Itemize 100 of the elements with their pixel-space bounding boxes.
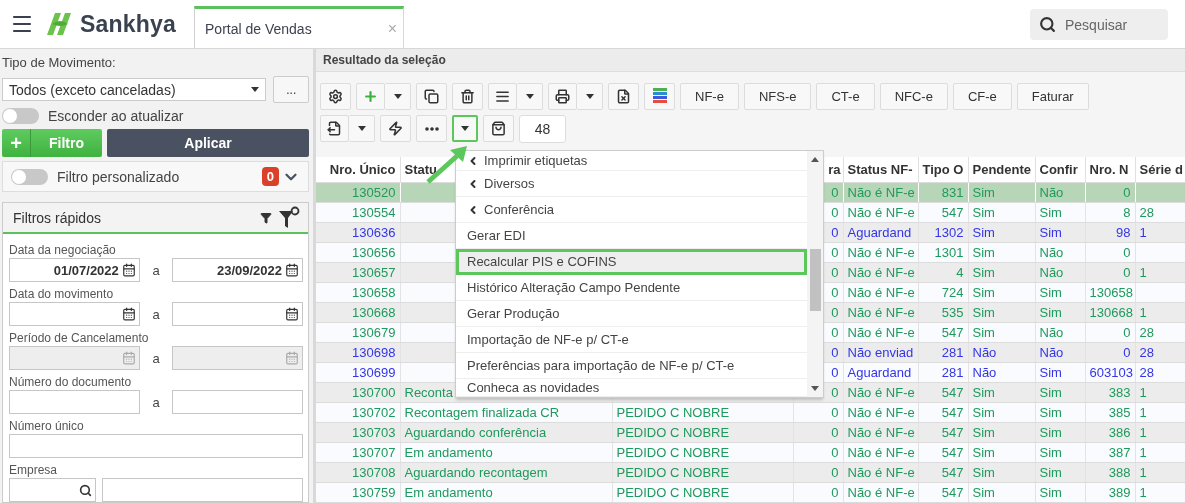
date-field[interactable]: 01/07/2022 [9,258,140,282]
range-separator: a [151,350,161,366]
scroll-up-icon[interactable] [811,157,819,162]
table-cell: 724 [918,282,968,303]
toolbar-button[interactable]: Faturar [1016,82,1089,110]
toolbar-button[interactable]: NFC-e [879,82,948,110]
column-header[interactable]: Nro. Único [316,156,400,183]
bar-chart-button[interactable] [644,82,675,110]
table-cell: Sim [1035,402,1085,423]
scroll-thumb[interactable] [810,249,821,311]
menu-item[interactable]: Diversos [456,171,807,197]
table-cell: 547 [918,442,968,463]
table-cell: 130698 [316,342,400,363]
field-label: Número único [9,419,85,434]
input-field[interactable] [172,390,303,414]
menu-item[interactable]: Importação de NF-e p/ CT-e [456,327,807,353]
toolbar-button[interactable]: NF-e [680,82,739,110]
table-cell: 130636 [316,222,400,243]
input-field[interactable] [102,478,303,502]
menu-item[interactable]: Preferências para importação de NF-e p/ CT-e [456,353,807,379]
caret-button[interactable] [385,82,411,110]
toggle-switch[interactable] [2,108,39,124]
table-cell: 130679 [316,322,400,343]
menu-item[interactable]: Recalcular PIS e COFINS [456,249,807,275]
more-button[interactable]: ... [273,76,309,103]
menu-item[interactable]: Conferência [456,197,807,223]
table-cell: Não [1035,242,1085,263]
table-cell: 0 [1085,342,1135,363]
date-field[interactable]: 23/09/2022 [172,258,303,282]
bag-button[interactable] [483,115,514,143]
copy-button[interactable] [416,82,447,110]
scroll-down-icon[interactable] [811,386,819,391]
caret-button[interactable] [577,82,603,110]
input-field[interactable] [9,434,303,458]
table-cell: Sim [968,482,1035,503]
table-cell: Não é NF-e [843,302,918,323]
settings-button[interactable] [320,82,351,110]
range-separator: a [151,394,161,410]
table-cell: Sim [968,422,1035,443]
table-cell: 387 [1085,442,1135,463]
date-field[interactable] [9,302,140,326]
column-header[interactable]: Nro. N [1085,156,1135,183]
delete-button[interactable] [452,82,483,110]
table-cell: 1302 [918,222,968,243]
table-cell: 385 [1085,402,1135,423]
menu-item[interactable]: Gerar Produção [456,301,807,327]
column-header[interactable]: Status NF- [843,156,918,183]
lightning-button[interactable] [380,115,411,143]
table-cell: 547 [918,422,968,443]
table-cell: Sim [1035,422,1085,443]
toolbar-button[interactable]: NFS-e [743,82,812,110]
filter-settings-icon[interactable] [278,205,300,230]
toolbar-button[interactable]: CT-e [816,82,875,110]
add-icon [363,88,378,104]
movement-type-select[interactable]: Todos (exceto canceladas) [2,78,267,101]
export-button[interactable] [320,115,349,143]
table-cell: Sim [968,242,1035,263]
filter-icon[interactable] [260,211,272,224]
table-cell: Não é NF-e [843,402,918,423]
table-cell: 0 [1085,322,1135,343]
column-header[interactable]: Tipo O [918,156,968,183]
table-cell: 388 [1085,462,1135,483]
caret-button[interactable] [349,115,375,143]
delete-icon [460,88,475,104]
print-button[interactable] [548,82,577,110]
table-cell: 28 [1135,202,1185,223]
table-cell: 130554 [316,202,400,223]
table-cell: Aguardand [843,222,918,243]
table-cell: 281 [918,362,968,383]
table-cell: 389 [1085,482,1135,503]
menu-item[interactable]: Gerar EDI [456,223,807,249]
menu-item[interactable]: Conheca as novidades [456,379,807,397]
scrollbar[interactable] [807,151,823,397]
lookup-field[interactable] [9,478,97,502]
column-header[interactable]: Série d [1135,156,1185,183]
toolbar-button[interactable]: CF-e [952,82,1012,110]
menu-item[interactable]: Histórico Alteração Campo Pendente [456,275,807,301]
caret-button[interactable] [452,115,478,143]
table-cell: 603103 [1085,362,1135,383]
field-label: Tipo de Movimento: [2,55,117,70]
search-field[interactable]: Pesquisar [1030,9,1168,40]
count-badge: 0 [261,167,279,186]
column-header[interactable]: Pendente [968,156,1035,183]
input-field[interactable] [9,390,140,414]
list-button[interactable] [488,82,517,110]
more-button[interactable] [416,115,447,143]
column-header[interactable]: Confir [1035,156,1085,183]
table-cell: Em andamento [400,442,612,463]
menu-item[interactable]: Imprimir etiquetas [456,151,807,171]
search-icon [79,483,93,497]
date-field[interactable] [172,302,303,326]
caret-button[interactable] [517,82,543,110]
table-cell: 130699 [316,362,400,383]
document-cancel-button[interactable] [608,82,639,110]
toggle-switch[interactable] [11,168,48,185]
range-separator: a [151,262,161,278]
table-cell: 8 [1085,202,1135,223]
table-cell: 130656 [316,242,400,263]
table-cell: 0 [1085,242,1135,263]
apply-button[interactable]: Aplicar [107,129,309,157]
